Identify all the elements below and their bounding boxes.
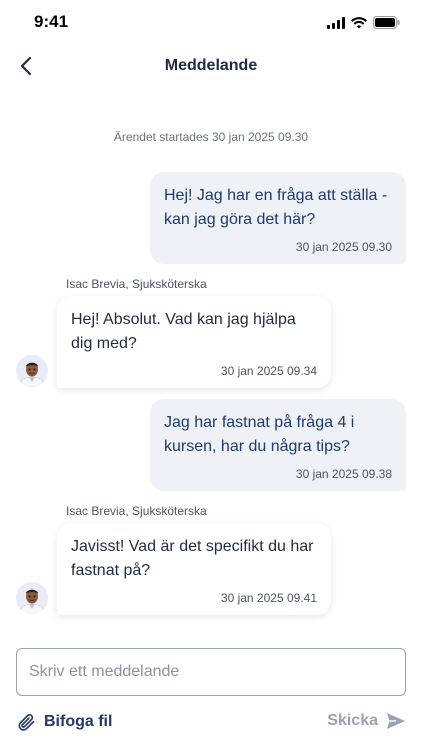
nurse-avatar-icon [16, 582, 48, 614]
avatar [16, 582, 48, 614]
send-icon [387, 713, 405, 729]
sender-name: Isac Brevia, Sjuksköterska [66, 277, 207, 291]
message-time: 30 jan 2025 09.30 [295, 240, 392, 254]
status-bar: 9:41 [0, 0, 422, 44]
signal-icon [327, 16, 345, 29]
status-icons [327, 16, 400, 29]
send-label: Skicka [327, 712, 378, 729]
outgoing-message: Hej! Jag har en fråga att ställa - kan j… [150, 172, 406, 264]
send-button[interactable]: Skicka [327, 712, 406, 730]
message-text: Jag har fastnat på fråga 4 i kursen, har… [164, 414, 355, 455]
message-time: 30 jan 2025 09.41 [220, 591, 317, 605]
app-header: Meddelande [0, 44, 422, 88]
battery-icon [373, 16, 400, 29]
message-input[interactable] [16, 648, 406, 696]
attach-file-button[interactable]: Bifoga fil [16, 712, 112, 732]
wifi-icon [351, 16, 367, 28]
message-text: Javisst! Vad är det specifikt du har fas… [71, 538, 314, 579]
message-time: 30 jan 2025 09.34 [220, 364, 317, 378]
message-time: 30 jan 2025 09.38 [295, 467, 392, 481]
attach-file-label: Bifoga fil [44, 713, 113, 730]
incoming-message: Hej! Absolut. Vad kan jag hjälpa dig med… [57, 296, 331, 388]
incoming-message: Javisst! Vad är det specifikt du har fas… [57, 523, 331, 615]
nurse-avatar-icon [16, 355, 48, 387]
outgoing-message: Jag har fastnat på fråga 4 i kursen, har… [150, 399, 406, 491]
message-text: Hej! Absolut. Vad kan jag hjälpa dig med… [71, 311, 296, 352]
message-text: Hej! Jag har en fråga att ställa - kan j… [164, 187, 388, 228]
sender-name: Isac Brevia, Sjuksköterska [66, 504, 207, 518]
conversation-start-label: Ärendet startades 30 jan 2025 09.30 [113, 130, 309, 144]
status-time: 9:41 [34, 12, 69, 31]
paperclip-icon [18, 714, 35, 731]
page-title: Meddelande [164, 57, 258, 74]
avatar [16, 355, 48, 387]
